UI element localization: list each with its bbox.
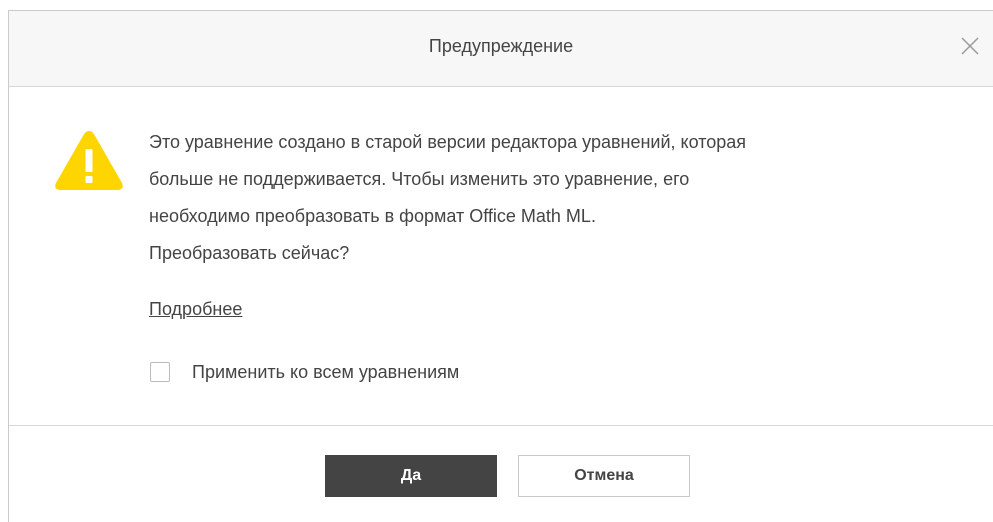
cancel-button[interactable]: Отмена: [518, 455, 690, 497]
message-line: необходимо преобразовать в формат Office…: [149, 206, 596, 226]
warning-triangle-icon: [53, 128, 125, 192]
ok-button[interactable]: Да: [325, 455, 497, 497]
footer-divider: [9, 425, 993, 426]
close-button[interactable]: [959, 35, 981, 57]
message-line: Это уравнение создано в старой версии ре…: [149, 132, 747, 152]
dialog-message: Это уравнение создано в старой версии ре…: [149, 124, 979, 272]
dialog-title: Предупреждение: [428, 36, 574, 56]
apply-to-all-checkbox[interactable]: [150, 362, 170, 382]
apply-to-all-label[interactable]: Применить ко всем уравнениям: [192, 362, 459, 383]
close-icon: [961, 37, 979, 55]
dialog-header: Предупреждение: [9, 11, 993, 87]
warning-dialog: Предупреждение Это уравнение создано в с…: [8, 10, 993, 522]
message-line: больше не поддерживается. Чтобы изменить…: [149, 169, 690, 189]
apply-to-all-checkbox-row[interactable]: Применить ко всем уравнениям: [150, 360, 459, 384]
more-info-link[interactable]: Подробнее: [149, 299, 242, 320]
message-line: Преобразовать сейчас?: [149, 243, 350, 263]
